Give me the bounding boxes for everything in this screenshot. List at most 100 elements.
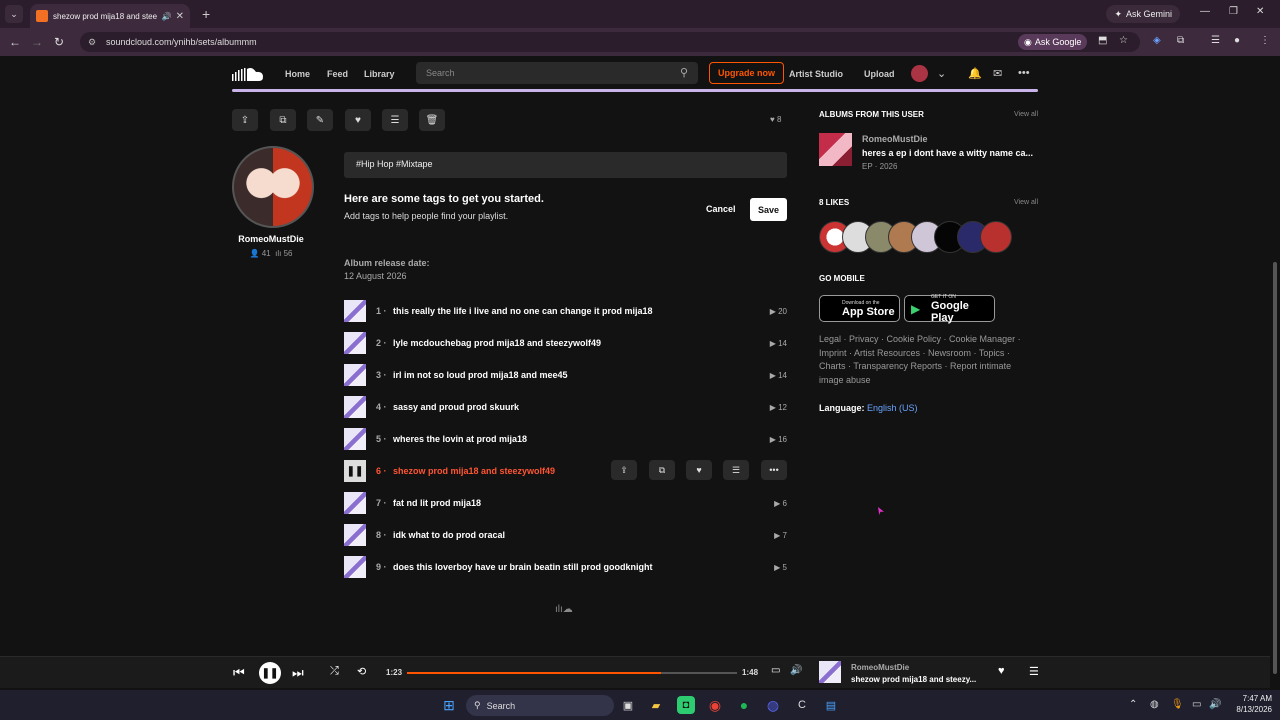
track-title[interactable]: wheres the lovin at prod mija18 <box>393 434 527 444</box>
minimize-icon[interactable]: — <box>1200 6 1210 17</box>
delete-button[interactable]: 🗑 <box>419 109 445 131</box>
browser-tab-active[interactable]: shezow prod mija18 and stee 🔊 ✕ <box>30 4 190 28</box>
app-icon[interactable]: ◘ <box>677 696 695 714</box>
extension-icon[interactable]: ◈ <box>1153 35 1161 46</box>
profile-icon[interactable]: ● <box>1234 35 1240 46</box>
upgrade-button[interactable]: Upgrade now <box>709 62 784 84</box>
track-artwork[interactable] <box>344 492 366 514</box>
now-playing-artist[interactable]: RomeoMustDie <box>851 663 909 672</box>
notifications-bell-icon[interactable]: 🔔 <box>968 67 982 80</box>
chrome-icon[interactable]: ◉ <box>706 696 724 714</box>
tray-discord-icon[interactable]: ◍ <box>1150 699 1159 710</box>
discord-icon[interactable]: ◍ <box>764 696 782 714</box>
now-playing-artwork[interactable] <box>819 661 841 683</box>
track-title[interactable]: idk what to do prod oracal <box>393 530 505 540</box>
volume-icon[interactable]: 🔊 <box>1209 699 1221 710</box>
tags-input[interactable]: #Hip Hop #Mixtape <box>344 152 787 178</box>
likes-view-all-link[interactable]: View all <box>1014 199 1038 206</box>
repeat-icon[interactable]: ⟲ <box>357 665 366 678</box>
track-row[interactable]: 8 · idk what to do prod oracal ▶ 7 <box>344 524 787 548</box>
tab-groups-icon[interactable]: ☰ <box>1211 35 1220 46</box>
speaker-icon[interactable]: 🔊 <box>162 12 172 21</box>
app-store-button[interactable]: Download on the App Store <box>819 295 900 322</box>
footer-legal-links[interactable]: Legal · Privacy · Cookie Policy · Cookie… <box>819 333 1029 387</box>
save-button[interactable]: Save <box>750 198 787 221</box>
next-icon[interactable]: ⏭ <box>292 665 304 681</box>
track-row[interactable]: 3 · irl im not so loud prod mija18 and m… <box>344 364 787 388</box>
track-row[interactable]: 4 · sassy and proud prod skuurk ▶ 12 <box>344 396 787 420</box>
like-button[interactable]: ♥ <box>345 109 371 131</box>
track-artwork[interactable] <box>344 364 366 386</box>
track-title[interactable]: this really the life i live and no one c… <box>393 306 653 316</box>
nav-library[interactable]: Library <box>364 69 395 79</box>
share-button[interactable]: ⇪ <box>232 109 258 131</box>
album-artwork[interactable] <box>819 133 852 166</box>
track-artwork[interactable] <box>344 396 366 418</box>
system-clock[interactable]: 7:47 AM 8/13/2026 <box>1226 693 1272 715</box>
pause-icon[interactable]: ❚❚ <box>344 460 366 482</box>
more-icon[interactable]: ••• <box>1018 67 1030 79</box>
track-artwork[interactable] <box>344 300 366 322</box>
volume-icon[interactable]: 🔊 <box>790 665 802 676</box>
album-artist[interactable]: RomeoMustDie <box>862 134 928 144</box>
browser-menu-icon[interactable]: ⋮ <box>1260 35 1270 46</box>
bookmark-star-icon[interactable]: ☆ <box>1119 35 1128 46</box>
chevron-down-icon[interactable]: ⌄ <box>937 67 946 80</box>
shuffle-icon[interactable]: ⤮ <box>330 665 339 678</box>
track-artwork[interactable] <box>344 556 366 578</box>
site-info-icon[interactable]: ⚙ <box>88 37 100 48</box>
microphone-icon[interactable]: 🎙 <box>1171 699 1184 710</box>
nav-feed[interactable]: Feed <box>327 69 348 79</box>
track-artwork[interactable] <box>344 524 366 546</box>
close-tab-icon[interactable]: ✕ <box>176 11 184 22</box>
track-row[interactable]: 1 · this really the life i live and no o… <box>344 300 787 324</box>
search-icon[interactable]: ⚲ <box>680 66 688 79</box>
ask-google-button[interactable]: ◉ Ask Google <box>1018 34 1088 50</box>
page-scrollbar[interactable] <box>1273 262 1277 674</box>
track-artwork[interactable] <box>344 428 366 450</box>
forward-icon[interactable]: → <box>26 35 48 49</box>
ask-gemini-button[interactable]: ✦ Ask Gemini <box>1106 5 1180 23</box>
extensions-puzzle-icon[interactable]: ⧉ <box>1177 35 1184 46</box>
track-title[interactable]: fat nd lit prod mija18 <box>393 498 481 508</box>
restore-icon[interactable]: ❐ <box>1229 6 1238 17</box>
track-artwork[interactable] <box>344 332 366 354</box>
photos-icon[interactable]: ▤ <box>822 696 840 714</box>
install-icon[interactable]: ⬒ <box>1098 35 1107 46</box>
capcut-icon[interactable]: C <box>793 696 811 714</box>
now-playing-title[interactable]: shezow prod mija18 and steezy... <box>851 675 976 684</box>
cast-icon[interactable]: ▭ <box>771 665 780 676</box>
following-count[interactable]: 56 <box>284 249 293 258</box>
track-title[interactable]: irl im not so loud prod mija18 and mee45 <box>393 370 568 380</box>
upload-link[interactable]: Upload <box>864 69 895 79</box>
artist-studio-link[interactable]: Artist Studio <box>789 69 843 79</box>
progress-bar[interactable] <box>407 672 737 674</box>
track-queue-button[interactable]: ☰ <box>723 460 749 480</box>
network-icon[interactable]: ▭ <box>1192 699 1201 710</box>
url-input[interactable]: ⚙ soundcloud.com/ynihb/sets/albummm <box>80 32 1140 52</box>
like-icon[interactable]: ♥ <box>998 665 1005 677</box>
track-copy-button[interactable]: ⧉ <box>649 460 675 480</box>
albums-view-all-link[interactable]: View all <box>1014 111 1038 118</box>
followers-count[interactable]: 41 <box>262 249 271 258</box>
album-title[interactable]: heres a ep i dont have a witty name ca..… <box>862 148 1033 158</box>
user-avatar[interactable] <box>911 65 928 82</box>
new-tab-button[interactable]: + <box>202 6 210 22</box>
tray-chevron-icon[interactable]: ⌃ <box>1129 699 1137 710</box>
pause-button[interactable]: ❚❚ <box>259 662 281 684</box>
cancel-button[interactable]: Cancel <box>706 204 736 214</box>
task-view-icon[interactable]: ▣ <box>619 696 637 714</box>
add-to-queue-button[interactable]: ☰ <box>382 109 408 131</box>
track-row[interactable]: 2 · lyle mcdouchebag prod mija18 and ste… <box>344 332 787 356</box>
copy-link-button[interactable]: ⧉ <box>270 109 296 131</box>
liker-avatar[interactable] <box>980 221 1012 253</box>
track-title[interactable]: lyle mcdouchebag prod mija18 and steezyw… <box>393 338 601 348</box>
windows-start-icon[interactable]: ⊞ <box>440 696 458 714</box>
language-link[interactable]: English (US) <box>867 403 918 413</box>
reload-icon[interactable]: ↻ <box>48 35 70 49</box>
queue-icon[interactable]: ☰ <box>1029 665 1039 678</box>
track-title[interactable]: does this loverboy have ur brain beatin … <box>393 562 653 572</box>
back-icon[interactable]: ← <box>4 35 26 49</box>
track-row[interactable]: 5 · wheres the lovin at prod mija18 ▶ 16 <box>344 428 787 452</box>
previous-icon[interactable]: ⏮ <box>233 665 245 681</box>
